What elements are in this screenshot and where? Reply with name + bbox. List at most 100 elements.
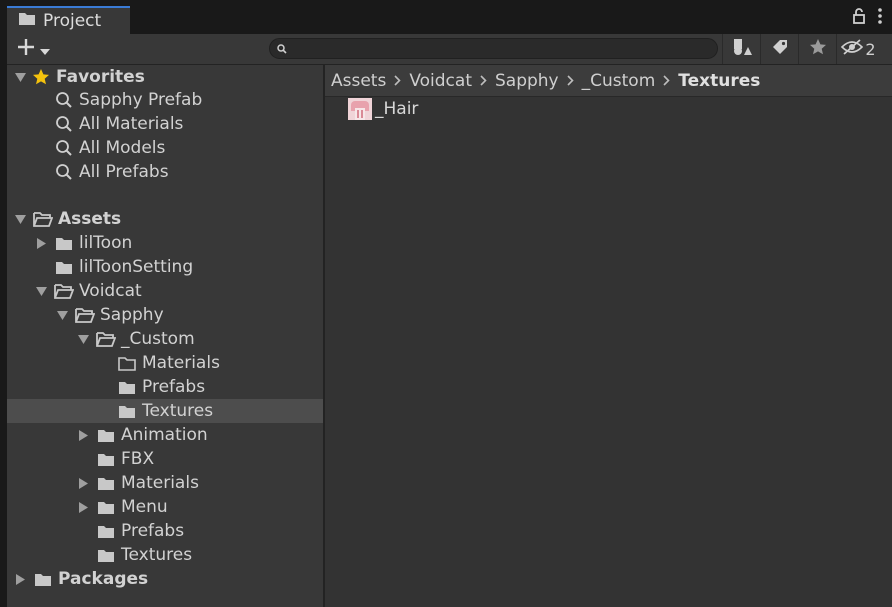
tree-folder-textures[interactable]: Textures (7, 543, 323, 567)
hidden-packages-button[interactable]: 2 (836, 34, 880, 64)
folder-label: Menu (121, 497, 168, 517)
folder-label: Voidcat (79, 281, 142, 301)
kebab-menu-icon[interactable] (878, 8, 882, 29)
folder-open-icon (96, 330, 116, 348)
tree-folder-custom-textures[interactable]: Textures (7, 399, 323, 423)
tree-packages[interactable]: Packages (7, 567, 323, 591)
folder-icon (54, 258, 74, 276)
tree-assets[interactable]: Assets (7, 207, 323, 231)
breadcrumb-item[interactable]: Sapphy (495, 71, 559, 91)
tab-project[interactable]: Project (7, 6, 130, 34)
folder-label: Textures (121, 545, 193, 565)
hidden-packages-count: 2 (865, 39, 876, 59)
search-icon (54, 139, 74, 157)
search-field[interactable] (269, 38, 718, 59)
folder-tree: Favorites Sapphy Prefab All Materials Al… (7, 65, 323, 607)
lock-icon[interactable] (852, 8, 866, 29)
breadcrumb-item[interactable]: Voidcat (409, 71, 472, 91)
folder-label: Materials (121, 473, 199, 493)
expand-arrow-right-icon[interactable] (76, 428, 90, 442)
expand-arrow-down-icon[interactable] (13, 212, 27, 226)
create-button[interactable] (17, 38, 50, 61)
search-by-type-button[interactable] (722, 34, 760, 64)
tree-folder-liltoon[interactable]: lilToon (7, 231, 323, 255)
folder-open-icon (54, 282, 74, 300)
folder-label: Prefabs (121, 521, 185, 541)
star-icon (809, 38, 827, 61)
favorite-item[interactable]: All Prefabs (7, 160, 323, 184)
folder-label: _Custom (121, 329, 195, 349)
folder-icon (117, 402, 137, 420)
folder-label: Sapphy (100, 305, 164, 325)
chevron-down-icon (40, 40, 50, 60)
breadcrumb-item[interactable]: _Custom (582, 71, 656, 91)
tree-folder-menu[interactable]: Menu (7, 495, 323, 519)
eye-slash-icon (841, 38, 864, 60)
expand-arrow-down-icon[interactable] (76, 332, 90, 346)
folder-icon (96, 498, 116, 516)
expand-arrow-right-icon[interactable] (34, 236, 48, 250)
tree-folder-fbx[interactable]: FBX (7, 447, 323, 471)
texture-thumbnail-icon (348, 98, 372, 120)
tree-folder-prefabs[interactable]: Prefabs (7, 519, 323, 543)
expand-arrow-right-icon[interactable] (76, 476, 90, 490)
folder-empty-icon (117, 354, 137, 372)
favorite-item-label: All Models (79, 138, 166, 158)
expand-arrow-down-icon[interactable] (34, 284, 48, 298)
breadcrumb: Assets Voidcat Sapphy _Custom Textures (325, 65, 892, 97)
asset-name: _Hair (375, 99, 419, 119)
label-tag-icon (771, 38, 789, 61)
breadcrumb-current[interactable]: Textures (678, 71, 760, 91)
favorite-item[interactable]: All Models (7, 136, 323, 160)
tree-folder-custom-prefabs[interactable]: Prefabs (7, 375, 323, 399)
tree-folder-voidcat[interactable]: Voidcat (7, 279, 323, 303)
search-icon (54, 163, 74, 181)
search-input[interactable] (292, 40, 706, 57)
favorite-button[interactable] (798, 34, 836, 64)
expand-arrow-right-icon[interactable] (13, 572, 27, 586)
tree-folder-sapphy[interactable]: Sapphy (7, 303, 323, 327)
folder-icon (96, 546, 116, 564)
favorite-item[interactable]: Sapphy Prefab (7, 88, 323, 112)
breadcrumb-item[interactable]: Assets (331, 71, 386, 91)
folder-open-icon (33, 210, 53, 228)
search-by-label-button[interactable] (760, 34, 798, 64)
search-icon (54, 91, 74, 109)
tree-folder-liltoonsetting[interactable]: lilToonSetting (7, 255, 323, 279)
tree-folder-materials[interactable]: Materials (7, 471, 323, 495)
tab-strip: Project (0, 0, 892, 34)
folder-icon (117, 378, 137, 396)
folder-label: lilToon (79, 233, 133, 253)
search-icon (277, 39, 287, 59)
expand-arrow-down-icon[interactable] (13, 70, 27, 84)
toolbar: 2 (7, 34, 892, 65)
folder-label: Animation (121, 425, 208, 445)
tree-folder-animation[interactable]: Animation (7, 423, 323, 447)
folder-icon (54, 234, 74, 252)
chevron-right-icon (480, 75, 487, 86)
folder-label: Materials (142, 353, 220, 373)
favorite-item[interactable]: All Materials (7, 112, 323, 136)
folder-label: FBX (121, 449, 155, 469)
search-by-type-icon (732, 38, 752, 61)
folder-label: lilToonSetting (79, 257, 194, 277)
tab-label: Project (43, 11, 102, 31)
tree-favorites[interactable]: Favorites (7, 65, 323, 89)
expand-arrow-down-icon[interactable] (55, 308, 69, 322)
favorite-item-label: All Materials (79, 114, 184, 134)
expand-arrow-right-icon[interactable] (76, 500, 90, 514)
favorites-label: Favorites (56, 67, 145, 87)
chevron-right-icon (663, 75, 670, 86)
folder-icon (96, 474, 116, 492)
tree-folder-custom[interactable]: _Custom (7, 327, 323, 351)
asset-content-pane: Assets Voidcat Sapphy _Custom Textures _… (325, 65, 892, 607)
favorite-item-label: All Prefabs (79, 162, 169, 182)
folder-open-icon (75, 306, 95, 324)
folder-icon (96, 426, 116, 444)
tree-folder-custom-materials[interactable]: Materials (7, 351, 323, 375)
packages-label: Packages (58, 569, 149, 589)
asset-item-hair[interactable]: _Hair (348, 97, 418, 121)
folder-label: Textures (142, 401, 214, 421)
star-icon (31, 68, 51, 86)
plus-icon (17, 38, 35, 61)
